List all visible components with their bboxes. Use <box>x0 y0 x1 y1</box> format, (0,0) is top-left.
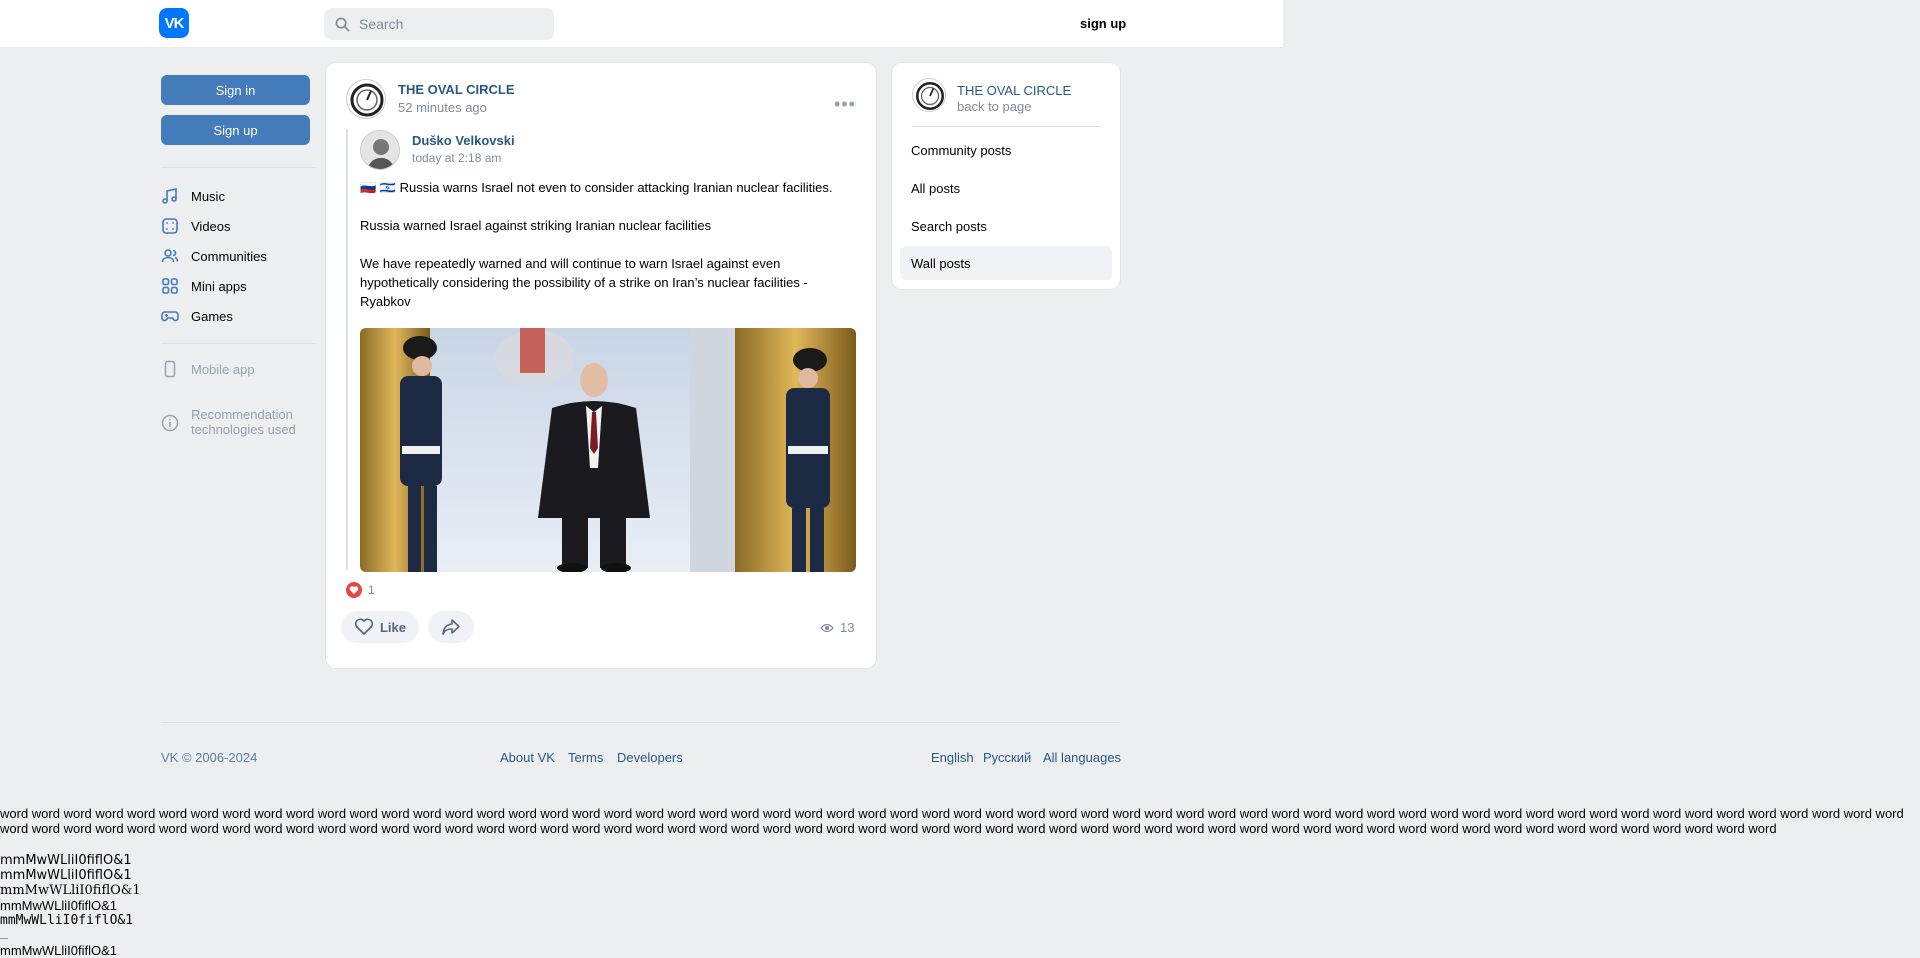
footer-developers-link[interactable]: Developers <box>617 750 683 765</box>
post-paragraph-3: We have repeatedly warned and will conti… <box>360 256 808 309</box>
search-placeholder: Search <box>359 16 404 32</box>
nav-item-recommendation[interactable]: Recommendation technologies used <box>161 407 296 437</box>
nav-item-videos[interactable]: Videos <box>161 215 231 237</box>
nav-divider <box>161 343 316 344</box>
share-icon <box>442 619 460 635</box>
signin-button[interactable]: Sign in <box>161 75 310 105</box>
nav-item-music[interactable]: Music <box>161 185 225 207</box>
font-test-line: mmMwWLliI0fiflO&1 <box>0 913 134 928</box>
videos-icon <box>161 217 179 235</box>
side-item-community-posts[interactable]: Community posts <box>900 133 1112 167</box>
likes-count: 1 <box>368 583 375 597</box>
post-paragraph-1: 🇷🇺 🇮🇱 Russia warns Israel not even to co… <box>360 180 833 195</box>
reactions-summary[interactable]: 1 <box>346 582 375 598</box>
nav-item-mobile-app[interactable]: Mobile app <box>161 358 255 380</box>
post-group-name[interactable]: THE OVAL CIRCLE <box>398 82 515 97</box>
more-options-icon[interactable]: ••• <box>834 94 856 115</box>
font-test-words: word word word word word word word word … <box>0 806 1904 836</box>
search-input[interactable]: Search <box>324 8 554 40</box>
nav-item-label: Mobile app <box>191 361 255 377</box>
games-icon <box>161 307 179 325</box>
like-label: Like <box>379 619 406 635</box>
post-card: THE OVAL CIRCLE 52 minutes ago ••• Duško… <box>326 63 876 668</box>
font-test-line: mmMwWLliI0fiflO&1 <box>0 853 132 868</box>
repost-author-name[interactable]: Duško Velkovski <box>412 133 515 148</box>
nav-item-label: Communities <box>191 248 267 264</box>
top-header: VK Search sign up <box>0 0 1283 48</box>
nav-item-label: Videos <box>191 218 231 234</box>
side-group-avatar[interactable] <box>912 78 946 112</box>
side-menu-card: THE OVAL CIRCLE back to page Community p… <box>892 63 1120 289</box>
font-test-divider <box>0 938 8 939</box>
repost-bar <box>346 129 348 570</box>
side-divider <box>912 126 1101 127</box>
side-item-wall-posts[interactable]: Wall posts <box>900 246 1112 280</box>
mini-apps-icon <box>161 277 179 295</box>
recommendation-line-1: Recommendation <box>191 407 293 422</box>
vk-logo[interactable]: VK <box>159 8 189 38</box>
search-icon <box>335 17 350 31</box>
font-test-line: mmMwWLliI0fiflO&1 <box>0 943 118 958</box>
footer-divider <box>161 722 1120 723</box>
like-button[interactable]: Like <box>341 611 419 643</box>
repost-time[interactable]: today at 2:18 am <box>412 151 501 165</box>
share-button[interactable] <box>428 611 474 643</box>
font-test-line: mmMwWLliI0fiflO&1 <box>0 898 118 913</box>
nav-item-label: Mini apps <box>191 278 247 294</box>
views-counter: 13 <box>820 620 854 635</box>
music-icon <box>161 187 179 205</box>
communities-icon <box>161 247 179 265</box>
eye-icon <box>820 623 834 632</box>
views-count: 13 <box>840 620 855 635</box>
footer-lang-russian[interactable]: Русский <box>983 750 1031 765</box>
back-to-page-link[interactable]: back to page <box>957 99 1031 114</box>
phone-icon <box>161 360 179 378</box>
nav-divider <box>161 167 316 168</box>
footer-lang-english[interactable]: English <box>931 750 974 765</box>
nav-item-communities[interactable]: Communities <box>161 245 267 267</box>
side-item-all-posts[interactable]: All posts <box>900 171 1112 205</box>
footer-copyright: VK © 2006-2024 <box>161 750 258 765</box>
recommendation-line-2: technologies used <box>191 422 296 437</box>
nav-item-games[interactable]: Games <box>161 305 233 327</box>
group-avatar[interactable] <box>346 79 386 119</box>
heart-reaction-icon <box>346 582 362 598</box>
post-paragraph-2: Russia warned Israel against striking Ir… <box>360 218 712 233</box>
info-icon <box>161 414 179 432</box>
author-avatar[interactable] <box>360 130 400 170</box>
footer-terms-link[interactable]: Terms <box>568 750 603 765</box>
nav-item-mini-apps[interactable]: Mini apps <box>161 275 247 297</box>
heart-icon <box>354 618 374 635</box>
font-test-line: mmMwWLliI0fiflO&1 <box>0 883 141 898</box>
post-time[interactable]: 52 minutes ago <box>398 100 487 115</box>
footer-about-link[interactable]: About VK <box>500 750 555 765</box>
font-test-line: mmMwWLliI0fiflO&1 <box>0 868 132 883</box>
side-group-name[interactable]: THE OVAL CIRCLE <box>957 83 1071 98</box>
footer-all-languages[interactable]: All languages <box>1043 750 1121 765</box>
side-item-search-posts[interactable]: Search posts <box>900 209 1112 243</box>
post-photo[interactable] <box>360 328 856 572</box>
header-signup-link[interactable]: sign up <box>1080 16 1126 31</box>
signup-button[interactable]: Sign up <box>161 115 310 145</box>
nav-item-label: Games <box>191 308 233 324</box>
nav-item-label: Music <box>191 188 225 204</box>
